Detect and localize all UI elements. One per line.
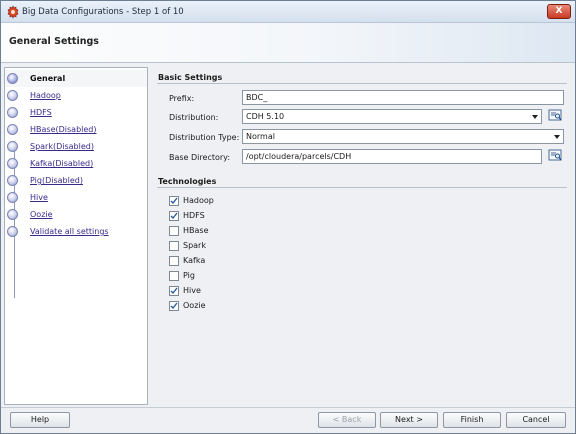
chevron-down-icon [554,135,560,139]
browse-icon[interactable] [548,149,562,162]
nav-item-label: Kafka(Disabled) [30,159,94,168]
checkbox-label: Pig [183,271,195,280]
nav-item-hive[interactable]: Hive [5,189,147,206]
distribution-type-select-value: Normal [246,132,275,141]
nav-item-spark[interactable]: Spark(Disabled) [5,138,147,155]
step-bullet-icon [7,124,18,135]
checkbox-box[interactable] [169,211,179,221]
nav-item-oozie[interactable]: Oozie [5,206,147,223]
step-bullet-icon [7,192,18,203]
step-bullet-icon [7,209,18,220]
finish-button[interactable]: Finish [443,412,501,428]
checkmark-icon [170,212,178,220]
checkbox-label: Hive [183,286,201,295]
nav-item-hbase[interactable]: HBase(Disabled) [5,121,147,138]
checkbox-box[interactable] [169,301,179,311]
step-bullet-icon [7,141,18,152]
checkbox-box[interactable] [169,196,179,206]
nav-item-label: Hadoop [30,91,61,100]
base-directory-input[interactable]: /opt/cloudera/parcels/CDH [242,149,542,164]
checkmark-icon [170,197,178,205]
distribution-select[interactable]: CDH 5.10 [242,109,542,124]
next-button[interactable]: Next > [380,412,438,428]
nav-item-label: HDFS [30,108,52,117]
back-button[interactable]: < Back [318,412,376,428]
step-bullet-icon [7,90,18,101]
checkbox-box[interactable] [169,271,179,281]
dialog-window: Big Data Configurations - Step 1 of 10 X… [0,0,576,434]
step-navigator: General Hadoop HDFS HBase(Disabled) Spar… [4,67,148,405]
window-title: Big Data Configurations - Step 1 of 10 [22,7,184,17]
distribution-label: Distribution: [169,113,219,122]
nav-item-label: HBase(Disabled) [30,125,97,134]
nav-item-pig[interactable]: Pig(Disabled) [5,172,147,189]
checkbox-box[interactable] [169,241,179,251]
checkbox-label: HDFS [183,211,205,220]
checkbox-label: Kafka [183,256,206,265]
section-divider [157,83,567,84]
nav-item-label: Validate all settings [30,227,109,236]
distribution-select-value: CDH 5.10 [246,112,285,121]
settings-panel: Basic Settings Prefix: BDC_ Distribution… [152,67,570,405]
checkmark-icon [170,302,178,310]
nav-item-hadoop[interactable]: Hadoop [5,87,147,104]
nav-item-label: Pig(Disabled) [30,176,83,185]
checkbox-box[interactable] [169,226,179,236]
help-button[interactable]: Help [10,412,70,428]
step-bullet-icon [7,73,18,84]
footer-divider [1,407,575,408]
distribution-type-select[interactable]: Normal [242,129,564,144]
step-bullet-icon [7,175,18,186]
checkbox-label: Oozie [183,301,206,310]
checkbox-box[interactable] [169,256,179,266]
nav-item-label: General [30,74,66,83]
base-directory-label: Base Directory: [169,153,231,162]
technologies-heading: Technologies [158,177,217,186]
prefix-label: Prefix: [169,94,195,103]
title-bar: Big Data Configurations - Step 1 of 10 X [1,1,575,23]
nav-item-label: Oozie [30,210,53,219]
nav-item-general[interactable]: General [5,70,147,87]
basic-settings-heading: Basic Settings [158,73,223,82]
section-divider [157,187,567,188]
step-bullet-icon [7,158,18,169]
nav-item-label: Hive [30,193,48,202]
checkbox-label: HBase [183,226,209,235]
cancel-button[interactable]: Cancel [506,412,566,428]
prefix-input[interactable]: BDC_ [242,90,564,105]
browse-icon[interactable] [548,109,562,122]
checkmark-icon [170,287,178,295]
nav-item-validate[interactable]: Validate all settings [5,223,147,240]
nav-item-hdfs[interactable]: HDFS [5,104,147,121]
nav-item-label: Spark(Disabled) [30,142,94,151]
close-button[interactable]: X [547,4,571,19]
page-title: General Settings [9,36,99,47]
step-bullet-icon [7,107,18,118]
checkbox-label: Spark [183,241,206,250]
gear-app-icon [7,5,19,19]
step-bullet-icon [7,226,18,237]
checkbox-box[interactable] [169,286,179,296]
page-header: General Settings [1,23,575,63]
chevron-down-icon [532,115,538,119]
nav-item-kafka[interactable]: Kafka(Disabled) [5,155,147,172]
distribution-type-label: Distribution Type: [169,133,240,142]
checkbox-label: Hadoop [183,196,214,205]
